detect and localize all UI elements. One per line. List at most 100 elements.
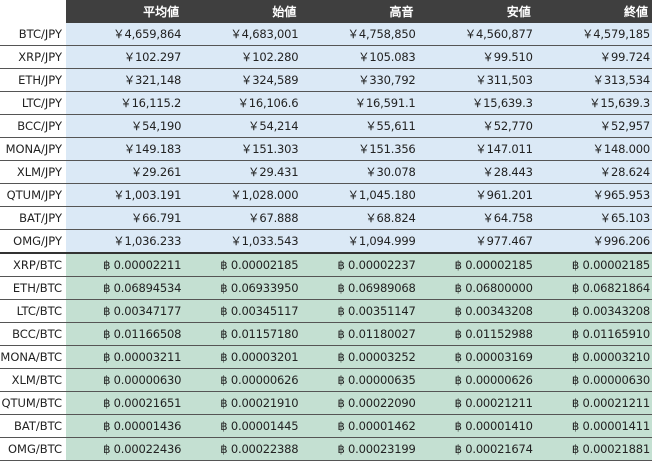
close-cell: ฿ 0.00021211 — [534, 391, 652, 415]
low-cell: ￥64.758 — [417, 206, 535, 230]
average-cell: ￥4,659,864 — [66, 23, 184, 46]
low-cell: ฿ 0.00001410 — [417, 414, 535, 438]
pair-label: OMG/BTC — [0, 437, 66, 461]
pair-label: XLM/JPY — [0, 160, 66, 184]
close-cell: ￥996.206 — [534, 229, 652, 254]
pair-label: MONA/JPY — [0, 137, 66, 161]
open-cell: ฿ 0.00345117 — [183, 299, 301, 323]
high-cell: ￥151.356 — [300, 137, 418, 161]
header-open: 始値 — [183, 0, 301, 23]
close-cell: ￥148.000 — [534, 137, 652, 161]
table-row: LTC/BTC ฿ 0.00347177 ฿ 0.00345117 ฿ 0.00351… — [0, 299, 652, 323]
close-cell: ฿ 0.00003210 — [534, 345, 652, 369]
pair-label: MONA/BTC — [0, 345, 66, 369]
high-cell: ￥1,094.999 — [300, 229, 418, 254]
pair-label: QTUM/BTC — [0, 391, 66, 415]
low-cell: ฿ 0.00343208 — [417, 299, 535, 323]
average-cell: ฿ 0.00021651 — [66, 391, 184, 415]
low-cell: ฿ 0.00002185 — [417, 253, 535, 277]
open-cell: ￥16,106.6 — [183, 91, 301, 115]
pair-label: LTC/JPY — [0, 91, 66, 115]
high-cell: ฿ 0.00022090 — [300, 391, 418, 415]
close-cell: ฿ 0.00002185 — [534, 253, 652, 277]
close-cell: ￥28.624 — [534, 160, 652, 184]
high-cell: ￥68.824 — [300, 206, 418, 230]
open-cell: ฿ 0.00000626 — [183, 368, 301, 392]
table-row: QTUM/JPY ￥1,003.191 ￥1,028.000 ￥1,045.180 ￥9… — [0, 183, 652, 207]
pair-label: BAT/BTC — [0, 414, 66, 438]
table-row: OMG/JPY ￥1,036.233 ￥1,033.543 ￥1,094.999 ￥97… — [0, 229, 652, 254]
low-cell: ฿ 0.00021211 — [417, 391, 535, 415]
high-cell: ฿ 0.00002237 — [300, 253, 418, 277]
pair-label: OMG/JPY — [0, 229, 66, 254]
open-cell: ￥29.431 — [183, 160, 301, 184]
open-cell: ￥67.888 — [183, 206, 301, 230]
table-row: XRP/JPY ￥102.297 ￥102.280 ￥105.083 ￥99.510 ￥9… — [0, 45, 652, 69]
open-cell: ฿ 0.00003201 — [183, 345, 301, 369]
low-cell: ￥311,503 — [417, 68, 535, 92]
open-cell: ฿ 0.01157180 — [183, 322, 301, 346]
average-cell: ￥54,190 — [66, 114, 184, 138]
close-cell: ￥313,534 — [534, 68, 652, 92]
high-cell: ฿ 0.00000635 — [300, 368, 418, 392]
table-row: MONA/BTC ฿ 0.00003211 ฿ 0.00003201 ฿ 0.0000… — [0, 345, 652, 369]
header-corner — [0, 0, 66, 23]
table-row: BCC/BTC ฿ 0.01166508 ฿ 0.01157180 ฿ 0.01180… — [0, 322, 652, 346]
open-cell: ฿ 0.00021910 — [183, 391, 301, 415]
average-cell: ฿ 0.06894534 — [66, 276, 184, 300]
pair-label: BCC/BTC — [0, 322, 66, 346]
high-cell: ฿ 0.00023199 — [300, 437, 418, 461]
average-cell: ￥321,148 — [66, 68, 184, 92]
low-cell: ฿ 0.01152988 — [417, 322, 535, 346]
high-cell: ฿ 0.06989068 — [300, 276, 418, 300]
pair-label: BAT/JPY — [0, 206, 66, 230]
table-row: MONA/JPY ￥149.183 ￥151.303 ￥151.356 ￥147.011… — [0, 137, 652, 161]
pair-label: XLM/BTC — [0, 368, 66, 392]
average-cell: ￥66.791 — [66, 206, 184, 230]
close-cell: ￥965.953 — [534, 183, 652, 207]
open-cell: ￥1,033.543 — [183, 229, 301, 254]
low-cell: ฿ 0.00003169 — [417, 345, 535, 369]
close-cell: ฿ 0.00021881 — [534, 437, 652, 461]
low-cell: ￥15,639.3 — [417, 91, 535, 115]
header-average: 平均値 — [66, 0, 184, 23]
low-cell: ￥147.011 — [417, 137, 535, 161]
pair-label: XRP/BTC — [0, 253, 66, 277]
table-row: XRP/BTC ฿ 0.00002211 ฿ 0.00002185 ฿ 0.00002… — [0, 253, 652, 277]
high-cell: ￥1,045.180 — [300, 183, 418, 207]
pair-label: BCC/JPY — [0, 114, 66, 138]
low-cell: ฿ 0.06800000 — [417, 276, 535, 300]
high-cell: ฿ 0.00001462 — [300, 414, 418, 438]
high-cell: ￥105.083 — [300, 45, 418, 69]
price-table: 平均値 始値 高音 安値 終値 BTC/JPY ￥4,659,864 ￥4,683,… — [0, 0, 652, 461]
table-row: BAT/JPY ￥66.791 ￥67.888 ￥68.824 ￥64.758 ￥65.1… — [0, 206, 652, 230]
close-cell: ฿ 0.01165910 — [534, 322, 652, 346]
close-cell: ￥99.724 — [534, 45, 652, 69]
close-cell: ￥15,639.3 — [534, 91, 652, 115]
open-cell: ￥1,028.000 — [183, 183, 301, 207]
average-cell: ฿ 0.00003211 — [66, 345, 184, 369]
pair-label: QTUM/JPY — [0, 183, 66, 207]
high-cell: ￥55,611 — [300, 114, 418, 138]
close-cell: ฿ 0.06821864 — [534, 276, 652, 300]
open-cell: ￥102.280 — [183, 45, 301, 69]
table-row: ETH/JPY ￥321,148 ￥324,589 ￥330,792 ￥311,503 ￥… — [0, 68, 652, 92]
average-cell: ฿ 0.00022436 — [66, 437, 184, 461]
average-cell: ￥29.261 — [66, 160, 184, 184]
average-cell: ￥149.183 — [66, 137, 184, 161]
header-row: 平均値 始値 高音 安値 終値 — [0, 0, 652, 23]
open-cell: ฿ 0.00022388 — [183, 437, 301, 461]
open-cell: ฿ 0.00001445 — [183, 414, 301, 438]
header-close: 終値 — [534, 0, 652, 23]
pair-label: BTC/JPY — [0, 23, 66, 46]
low-cell: ฿ 0.00000626 — [417, 368, 535, 392]
average-cell: ￥102.297 — [66, 45, 184, 69]
average-cell: ฿ 0.01166508 — [66, 322, 184, 346]
high-cell: ฿ 0.00003252 — [300, 345, 418, 369]
table-row: XLM/BTC ฿ 0.00000630 ฿ 0.00000626 ฿ 0.00000… — [0, 368, 652, 392]
open-cell: ฿ 0.06933950 — [183, 276, 301, 300]
low-cell: ￥28.443 — [417, 160, 535, 184]
low-cell: ฿ 0.00021674 — [417, 437, 535, 461]
open-cell: ฿ 0.00002185 — [183, 253, 301, 277]
average-cell: ฿ 0.00002211 — [66, 253, 184, 277]
